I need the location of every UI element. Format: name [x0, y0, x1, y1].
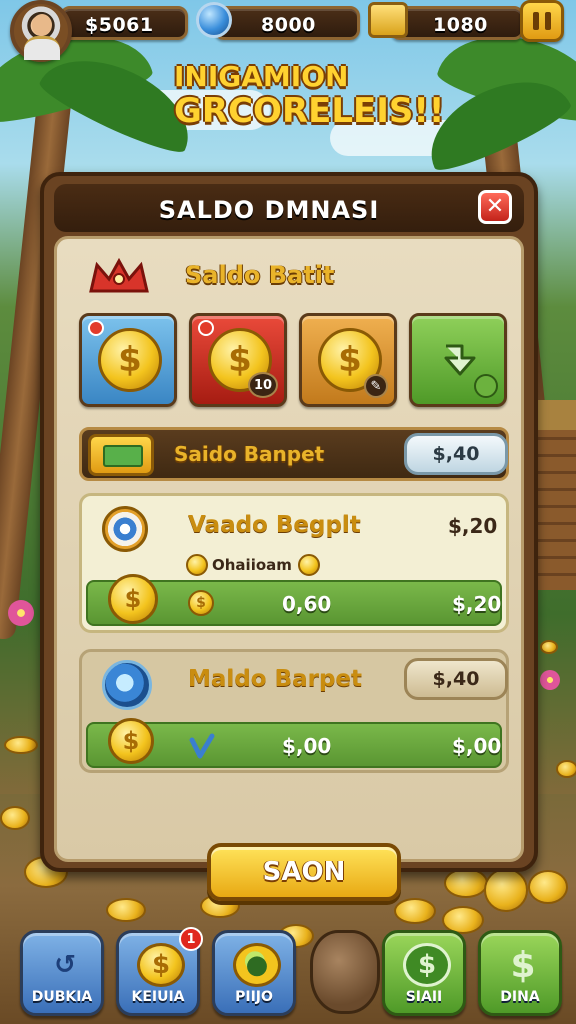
money-counter: $5061: [60, 6, 188, 40]
nav-label: DUBKIA: [31, 989, 93, 1005]
flower: [8, 600, 34, 626]
coin: [556, 760, 576, 778]
card-2-strip-amount: $,00: [282, 734, 332, 758]
check-badge-icon: [474, 374, 498, 398]
top-resource-bar: $5061 8000 1080: [0, 0, 576, 62]
dollar-icon: $: [510, 944, 536, 986]
recycle-dollar-icon: $: [403, 943, 451, 987]
coin-stack: [484, 868, 528, 912]
tile-green-arrow[interactable]: [409, 313, 507, 407]
card-2-pill-value[interactable]: $,40: [404, 658, 508, 700]
coin: [106, 898, 146, 922]
dialog-body: Saldo Batit $ $ 10 $ ✎ Saido Banpet $,40…: [54, 236, 524, 901]
nav-label: SIAII: [405, 989, 443, 1005]
tool-icon: ✎: [364, 374, 388, 398]
avatar-face: [32, 14, 52, 36]
notification-badge: 1: [179, 927, 203, 951]
dollar-coin-icon: $: [108, 718, 154, 764]
rock-decoration: [310, 930, 380, 1014]
dialog-title: SALDO DMNASI: [158, 196, 380, 224]
gem-counter: 8000: [214, 6, 360, 40]
card-1-strip: $ $ 0,60 $,20: [86, 574, 502, 626]
cash-icon-box: [88, 434, 154, 476]
nav-button-siaii[interactable]: $ SIAII: [382, 930, 466, 1016]
dollar-coin-icon: $: [188, 590, 214, 616]
nav-button-dina[interactable]: $ DINA: [478, 930, 562, 1016]
target-icon: [102, 660, 152, 710]
gold-value: 1080: [433, 14, 488, 36]
flower: [540, 670, 560, 690]
card-2-title: Maldo Barpet: [188, 666, 363, 692]
refresh-arrow-icon: ↺: [54, 950, 76, 980]
gold-counter: 1080: [390, 6, 524, 40]
dialog-header: SALDO DMNASI ✕: [54, 184, 524, 232]
headline-line-2: GRCORELEIS!!: [174, 90, 445, 131]
balance-dialog: SALDO DMNASI ✕ Saldo Batit $ $ 10 $ ✎ Sa…: [40, 172, 538, 901]
money-value: $5061: [85, 14, 154, 36]
coin-stack: [444, 868, 488, 898]
coin-stack: [528, 870, 568, 904]
nav-label: PIIJO: [235, 989, 273, 1005]
nav-label: KEIUIA: [131, 989, 185, 1005]
card-2-strip-value: $,00: [452, 734, 502, 758]
map-pin-icon: ●: [233, 943, 281, 987]
player-avatar[interactable]: [10, 0, 72, 62]
reward-card-2[interactable]: Maldo Barpet $,40 $ $,00 $,00: [79, 649, 509, 773]
coin: [0, 806, 30, 830]
crown-icon: [89, 257, 149, 293]
pin-icon: [198, 320, 214, 336]
balance-row-value[interactable]: $,40: [404, 433, 508, 475]
cash-icon: [103, 445, 143, 467]
nav-label: DINA: [500, 989, 540, 1005]
dollar-coin-icon: $: [108, 574, 158, 624]
coin: [394, 898, 436, 924]
dollar-coin-icon: $: [98, 328, 162, 392]
card-1-strip-amount: 0,60: [282, 592, 332, 616]
section-title: Saldo Batit: [185, 261, 335, 289]
game-headline: INIGAMION GRCORELEIS!!: [174, 60, 445, 131]
card-1-value: $,20: [448, 514, 498, 538]
coin-stack-icon: [186, 554, 208, 576]
nav-button-piijo[interactable]: ● PIIJO: [212, 930, 296, 1016]
nav-button-dubkia[interactable]: ↺ DUBKIA: [20, 930, 104, 1016]
card-1-strip-value: $,20: [452, 592, 502, 616]
pause-bar: [533, 12, 539, 30]
dartboard-icon: [102, 506, 148, 552]
avatar-body: [24, 36, 60, 60]
coin: [4, 736, 38, 754]
pause-button[interactable]: [520, 0, 564, 42]
tile-badge: 10: [248, 372, 278, 398]
tile-red-coin[interactable]: $ 10: [189, 313, 287, 407]
card-1-sub-label: Ohaiioam: [212, 556, 292, 574]
pause-bar: [545, 12, 551, 30]
nav-button-keiuia[interactable]: $ 1 KEIUIA: [116, 927, 203, 1016]
coin-stack-icon: [298, 554, 320, 576]
balance-row: Saido Banpet $,40: [79, 427, 509, 481]
pin-icon: [88, 320, 104, 336]
coin: [540, 640, 558, 654]
balance-row-label: Saido Banpet: [174, 442, 325, 466]
gem-icon: [196, 2, 232, 38]
card-2-strip: $ $,00 $,00: [86, 718, 502, 768]
tile-blue-coin[interactable]: $: [79, 313, 177, 407]
tile-coin-pile[interactable]: $ ✎: [299, 313, 397, 407]
primary-action-button[interactable]: SAON: [207, 843, 401, 901]
gold-chest-icon: [368, 2, 408, 38]
close-button[interactable]: ✕: [478, 190, 512, 224]
headline-line-1: INIGAMION: [174, 60, 349, 93]
card-1-title: Vaado Begplt: [188, 512, 361, 538]
gem-value: 8000: [261, 14, 316, 36]
coin-icon: $: [137, 943, 185, 987]
checkmark-icon: [189, 733, 215, 759]
arrow-down-right-icon: [444, 344, 476, 376]
reward-card-1[interactable]: Vaado Begplt $,20 Ohaiioam $ $ 0,60 $,20: [79, 493, 509, 633]
